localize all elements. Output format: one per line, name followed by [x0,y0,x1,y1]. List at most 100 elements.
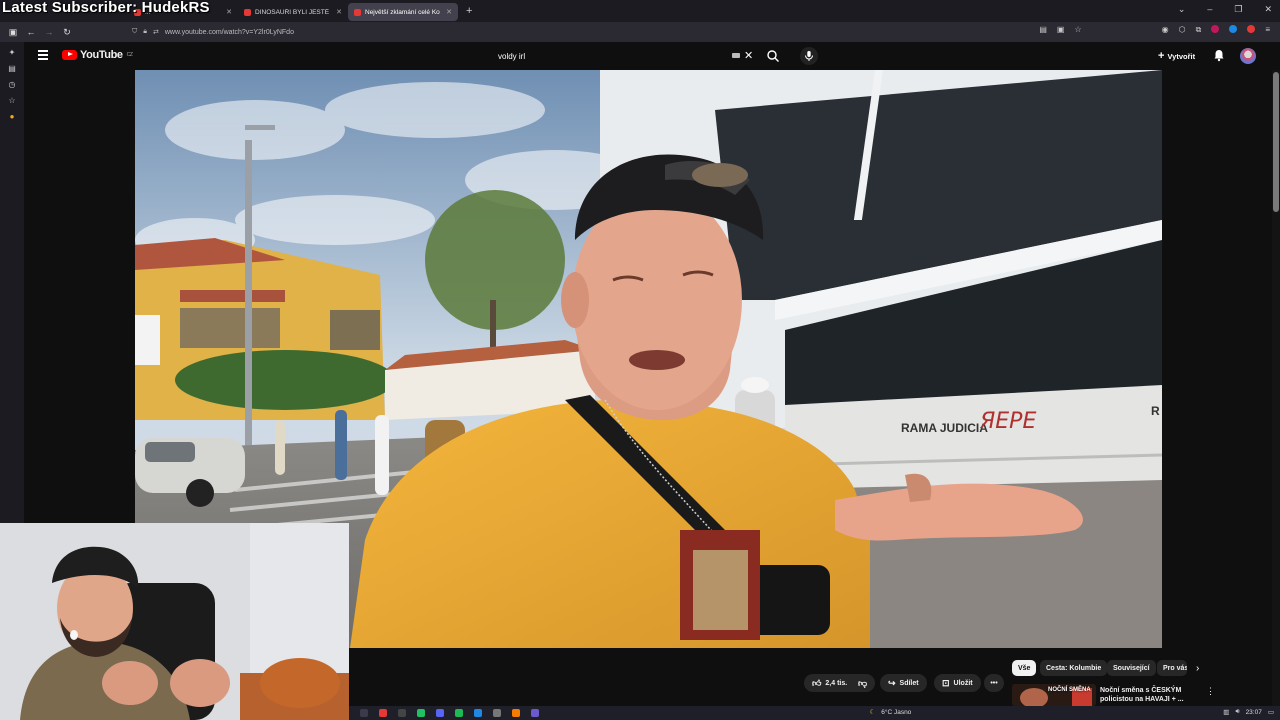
extension-red-icon[interactable] [1211,25,1220,33]
youtube-logo-text: YouTube [80,49,123,61]
youtube-logo[interactable]: YouTube CZ [62,49,133,61]
notifications-button[interactable] [1212,48,1226,62]
recommendation-thumb-text: NOČNÍ SMĚNA [1048,687,1091,693]
lock-icon[interactable]: 🔒︎ [143,28,147,36]
close-tab-icon[interactable]: ✕ [226,8,232,16]
close-tab-icon[interactable]: ✕ [336,8,342,16]
extension-icon[interactable]: ⧉ [1196,25,1202,35]
chip-for-you[interactable]: Pro vás [1157,660,1187,676]
brave-browser-icon[interactable] [379,709,387,717]
tab-label: DINOSAUŘI BYLI JEŠTĚ HORŠÍ [255,8,330,16]
minimize-icon[interactable]: – [1207,4,1212,15]
more-vertical-icon[interactable]: ⋮ [1206,686,1215,697]
sidebar-toggle-icon[interactable]: ▣ [4,27,22,38]
restore-icon[interactable]: ❐ [1234,4,1242,15]
permissions-icon[interactable]: ⇄ [153,28,159,36]
tab-list-icon[interactable]: ⌄ [1178,4,1186,15]
green-app-icon[interactable] [417,709,425,717]
search-query[interactable]: voldy irl [498,52,525,61]
account-icon[interactable]: ◉ [1162,25,1169,35]
reader-view-icon[interactable]: ▤ [1039,25,1047,35]
chip-related[interactable]: Související [1107,660,1156,676]
menu-icon[interactable]: ≡ [1265,25,1270,35]
browser-tab[interactable]: DINOSAUŘI BYLI JEŠTĚ HORŠÍ ✕ [238,3,348,21]
graffiti-text: ЯЕРЕ [979,409,1036,434]
share-icon: ↪ [888,677,896,688]
stream-overlay-title: Latest Subscriber: HudekRS [2,0,210,16]
app-icon[interactable] [398,709,406,717]
close-window-icon[interactable]: ✕ [1264,4,1272,15]
history-icon[interactable]: ◷ [7,80,17,90]
share-button[interactable]: ↪ Sdílet [880,674,927,692]
hamburger-menu-icon[interactable] [38,50,48,60]
voice-search-button[interactable] [800,47,818,65]
notifications-icon[interactable]: ▭ [1268,708,1274,716]
chip-all[interactable]: Vše [1012,660,1037,676]
obs-icon[interactable] [493,709,501,717]
save-button[interactable]: ⊡ Uložit [934,674,981,692]
discord-icon[interactable] [436,709,444,717]
more-actions-button[interactable]: ••• [984,674,1004,692]
volume-icon[interactable]: 🔊︎ [1235,708,1239,716]
bell-icon [1214,50,1224,62]
network-icon[interactable]: ▥ [1223,708,1229,716]
bookmark-icon: ⊡ [942,677,950,688]
url-text[interactable]: www.youtube.com/watch?v=Y2lr0LyNFdo [165,29,294,36]
extension-sidebar-icon[interactable]: ● [7,112,17,122]
search-input[interactable]: voldy irl [490,46,740,66]
youtube-extension-icon[interactable] [1247,25,1256,33]
app2-icon[interactable] [531,709,539,717]
extensions-icon[interactable]: ⬡ [1179,25,1186,35]
recommendation-thumbnail[interactable]: NOČNÍ SMĚNA [1012,684,1096,706]
close-tab-icon[interactable]: ✕ [446,8,452,16]
bookmark-star-icon[interactable]: ☆ [1074,25,1081,35]
shield-icon[interactable]: ⛉ [132,28,137,36]
plus-icon: + [1158,50,1165,62]
address-bar[interactable]: ⛉ 🔒︎ ⇄ www.youtube.com/watch?v=Y2lr0LyNF… [132,25,1072,39]
youtube-play-logo-icon [62,49,77,61]
history-tabs-icon[interactable]: ▤ [7,64,17,74]
page-scrollbar-thumb[interactable] [1273,72,1279,212]
chip-colombia-trip[interactable]: Cesta: Kolumbie [1040,660,1108,676]
back-icon[interactable]: ← [22,27,40,37]
forward-icon[interactable]: → [40,27,58,37]
youtube-region: CZ [126,52,133,58]
more-horizontal-icon: ••• [990,679,998,687]
recommendation-title[interactable]: Noční směna s ČESKÝM policistou na HAVAJ… [1100,686,1200,704]
chevron-right-icon[interactable]: › [1196,663,1199,674]
youtube-favicon-icon [244,8,251,16]
barrier-sign: RAMA JUDICIA [901,421,988,435]
keyboard-icon[interactable] [732,53,740,58]
ai-chat-icon[interactable]: ✦ [7,48,17,58]
like-button[interactable]: 👍︎ 2,4 tis. [804,674,854,692]
bookmarks-icon[interactable]: ☆ [7,96,17,106]
taskbar: ☾ 6°C Jasno ▥ 🔊︎ 23:07 ▭ [349,706,1280,720]
picture-in-picture-icon[interactable]: ▣ [1057,25,1065,35]
browser-toolbar-right: ▤ ▣ ☆ ◉ ⬡ ⧉ ≡ [1039,25,1270,35]
clock[interactable]: 23:07 [1246,709,1262,716]
save-label: Uložit [953,679,973,687]
window-controls: ⌄ – ❐ ✕ [1178,4,1272,15]
account-avatar[interactable] [1240,48,1256,64]
dislike-button[interactable]: 👎︎ [850,674,876,692]
screen: Latest Subscriber: HudekRS ... ✕ DINOSAU… [0,0,1280,720]
barrier-sign-2: R [1151,404,1160,418]
webcam-overlay [0,523,349,720]
edge-icon[interactable] [474,709,482,717]
browser-tab-active[interactable]: Největší zklamání celé Kolumbi ✕ [348,3,458,21]
share-label: Sdílet [899,679,919,687]
new-tab-button[interactable]: + [458,5,480,17]
youtube-favicon-icon [354,8,361,16]
file-explorer-icon[interactable] [360,709,368,717]
firefox-icon[interactable] [512,709,520,717]
reload-icon[interactable]: ↻ [58,27,76,38]
translate-icon[interactable] [1229,25,1238,33]
microphone-icon [800,47,818,65]
clear-search-icon[interactable]: ✕ [744,49,753,62]
thumbs-down-icon: 👎︎ [858,677,868,688]
weather-text[interactable]: 6°C Jasno [881,709,911,716]
search-icon [767,50,779,62]
create-button[interactable]: + Vytvořit [1152,47,1201,65]
spotify-icon[interactable] [455,709,463,717]
search-button[interactable] [766,49,780,63]
